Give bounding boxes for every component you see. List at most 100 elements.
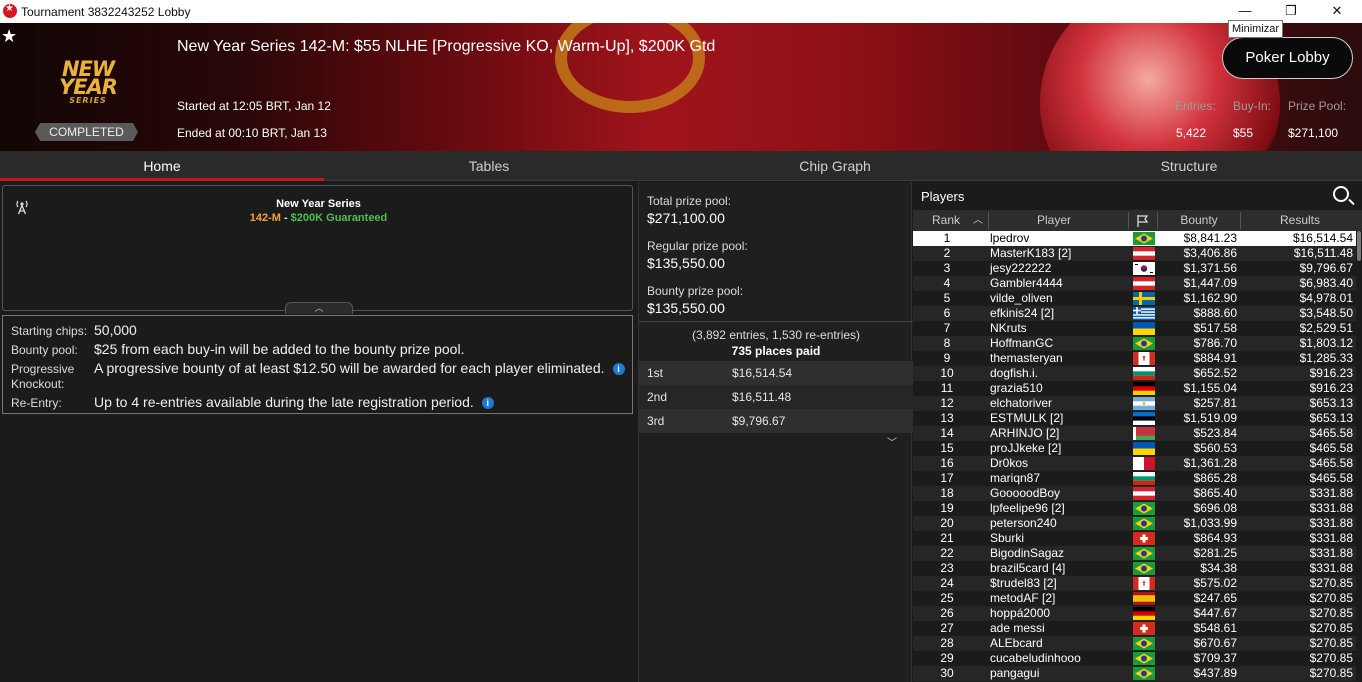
player-row[interactable]: 13 ESTMULK [2] $1,519.09 $653.13 [913,411,1356,426]
player-bounty: $8,841.23 [1183,231,1237,245]
players-header: Players [913,182,1362,210]
reentry-row: Up to 4 re-entries available during the … [94,394,494,410]
ukraine-flag-icon [1133,442,1155,455]
info-icon[interactable]: i [612,363,625,375]
player-bounty: $257.81 [1193,396,1237,410]
austria-flag-icon [1133,247,1155,260]
player-row[interactable]: 4 Gambler4444 $1,447.09 $6,983.40 [913,276,1356,291]
player-row[interactable]: 23 brazil5card [4] $34.38 $331.88 [913,561,1356,576]
event-code: 142-M [249,212,281,224]
lobby-tabs: Home Tables Chip Graph Structure [0,151,1362,181]
window-title: Tournament 3832243252 Lobby [21,5,191,19]
player-bounty: $709.37 [1193,651,1237,665]
results-column-header[interactable]: Results [1241,210,1359,231]
player-row[interactable]: 21 Sburki $864.93 $331.88 [913,531,1356,546]
player-bounty: $652.52 [1193,366,1237,380]
player-rank: 25 [940,591,954,605]
player-row[interactable]: 7 NKruts $517.58 $2,529.51 [913,321,1356,336]
player-row[interactable]: 16 Dr0kos $1,361.28 $465.58 [913,456,1356,471]
chevron-down-icon[interactable]: ﹀ [887,434,897,449]
player-rank: 15 [940,441,954,455]
player-row[interactable]: 5 vilde_oliven $1,162.90 $4,978.01 [913,291,1356,306]
player-row[interactable]: 8 HoffmanGC $786.70 $1,803.12 [913,336,1356,351]
player-row[interactable]: 22 BigodinSagaz $281.25 $331.88 [913,546,1356,561]
player-bounty: $865.28 [1193,471,1237,485]
brazil-flag-icon [1133,637,1155,650]
bulgaria-flag-icon [1133,472,1155,485]
brazil-flag-icon [1133,652,1155,665]
player-name: proJJkeke [2] [990,441,1062,455]
player-name: dogfish.i. [990,366,1039,380]
player-result: $9,796.67 [1299,261,1353,275]
players-scrollbar[interactable] [1357,231,1361,261]
player-name: ARHINJO [2] [990,426,1060,440]
player-row[interactable]: 28 ALEbcard $670.67 $270.85 [913,636,1356,651]
player-row[interactable]: 29 cucabeludinhooo $709.37 $270.85 [913,651,1356,666]
info-icon[interactable]: i [481,397,494,409]
tab-home[interactable]: Home [0,151,324,181]
player-name: lpfeelipe96 [2] [990,501,1065,515]
player-row[interactable]: 11 grazia510 $1,155.04 $916.23 [913,381,1356,396]
sort-ascending-icon[interactable]: ︿ [971,210,985,231]
collapse-toggle[interactable]: ︿ [285,302,353,314]
player-row[interactable]: 2 MasterK183 [2] $3,406.86 $16,511.48 [913,246,1356,261]
series-name: New Year Series [276,198,361,210]
player-bounty: $1,447.09 [1183,276,1237,290]
poker-lobby-button[interactable]: Poker Lobby [1222,37,1353,79]
guarantee-text: $200K Guaranteed [290,212,388,224]
player-rank: 6 [943,306,951,320]
player-row[interactable]: 24 $trudel83 [2] $575.02 $270.85 [913,576,1356,591]
player-rank: 10 [940,366,954,380]
player-column-header[interactable]: Player [989,210,1119,231]
total-prize-label: Total prize pool: [647,194,732,208]
rank-column-header[interactable]: Rank [913,210,979,231]
player-bounty: $437.89 [1193,666,1237,680]
close-button[interactable]: ✕ [1314,0,1360,23]
bounty-column-header[interactable]: Bounty [1158,210,1240,231]
player-name: metodAF [2] [990,591,1056,605]
player-rank: 28 [940,636,954,650]
germany-flag-icon [1133,382,1155,395]
player-row[interactable]: 18 GooooodBoy $865.40 $331.88 [913,486,1356,501]
estonia-flag-icon [1133,412,1155,425]
player-row[interactable]: 26 hoppá2000 $447.67 $270.85 [913,606,1356,621]
pokerstars-logo-icon [3,3,17,18]
favorite-star-icon[interactable]: ★ [1,26,17,47]
player-rank: 30 [940,666,954,680]
player-row[interactable]: 27 ade messi $548.61 $270.85 [913,621,1356,636]
tab-tables[interactable]: Tables [324,151,654,181]
pko-value: A progressive bounty of at least $12.50 … [94,360,605,376]
player-name: efkinis24 [2] [990,306,1055,320]
player-row[interactable]: 19 lpfeelipe96 [2] $696.08 $331.88 [913,501,1356,516]
brazil-flag-icon [1133,562,1155,575]
player-rank: 24 [940,576,954,590]
tab-structure[interactable]: Structure [1016,151,1362,181]
buyin-label: Buy-In: [1233,99,1272,113]
player-row[interactable]: 30 pangagui $437.89 $270.85 [913,666,1356,681]
player-bounty: $1,361.28 [1183,456,1237,470]
player-row[interactable]: 15 proJJkeke [2] $560.53 $465.58 [913,441,1356,456]
search-icon[interactable] [1333,186,1349,202]
player-name: vilde_oliven [990,291,1053,305]
player-result: $270.85 [1309,666,1353,680]
player-row[interactable]: 14 ARHINJO [2] $523.84 $465.58 [913,426,1356,441]
player-row[interactable]: 10 dogfish.i. $652.52 $916.23 [913,366,1356,381]
player-row[interactable]: 3 jesy222222 $1,371.56 $9,796.67 [913,261,1356,276]
player-result: $916.23 [1309,366,1353,380]
payout-amount: $16,514.54 [732,366,793,380]
player-result: $331.88 [1309,486,1353,500]
player-row[interactable]: 17 mariqn87 $865.28 $465.58 [913,471,1356,486]
player-row[interactable]: 9 themasteryan $884.91 $1,285.33 [913,351,1356,366]
player-row[interactable]: 25 metodAF [2] $247.65 $270.85 [913,591,1356,606]
player-bounty: $575.02 [1193,576,1237,590]
player-rank: 3 [943,261,951,275]
player-row[interactable]: 12 elchatoriver $257.81 $653.13 [913,396,1356,411]
player-row[interactable]: 6 efkinis24 [2] $888.60 $3,548.50 [913,306,1356,321]
tab-chip-graph[interactable]: Chip Graph [654,151,1016,181]
player-name: brazil5card [4] [990,561,1066,575]
bounty-prize-value: $135,550.00 [647,300,725,316]
player-row[interactable]: 20 peterson240 $1,033.99 $331.88 [913,516,1356,531]
regular-prize-value: $135,550.00 [647,255,725,271]
player-rank: 14 [940,426,954,440]
player-row[interactable]: 1 lpedrov $8,841.23 $16,514.54 [913,231,1356,246]
